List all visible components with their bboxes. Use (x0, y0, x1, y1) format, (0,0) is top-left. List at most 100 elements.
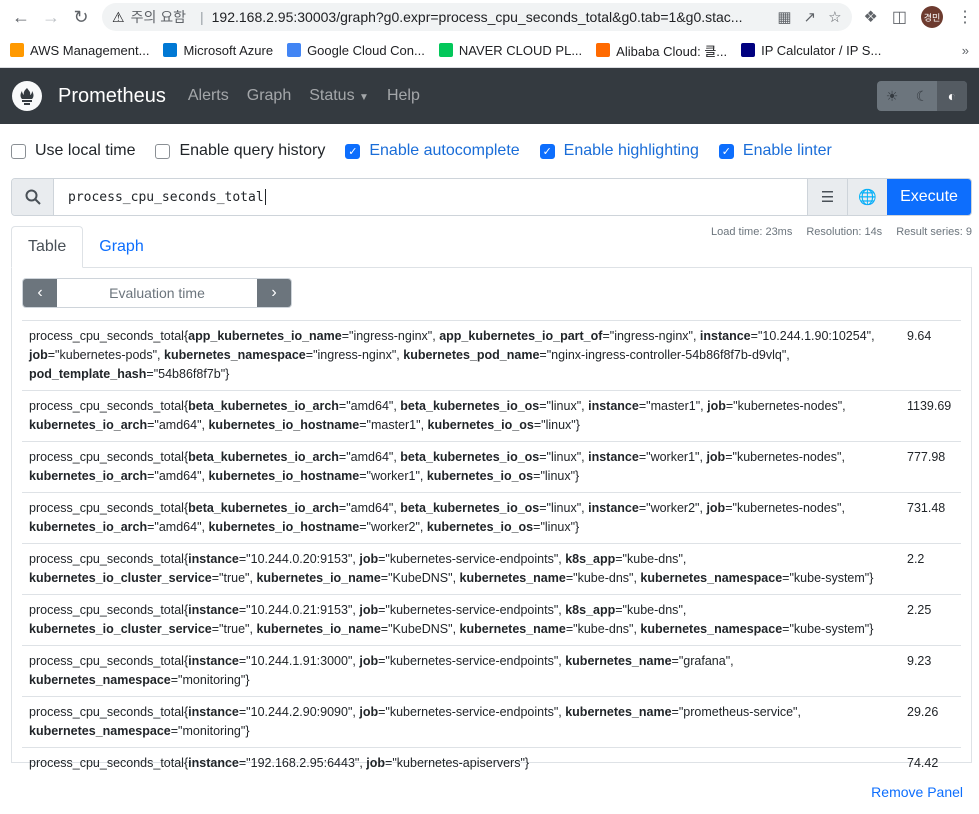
label-key: kubernetes_io_arch (29, 418, 148, 432)
address-bar[interactable]: ⚠ 주의 요함 | 192.168.2.95:30003/graph?g0.ex… (102, 3, 852, 31)
bookmark-naver-cloud[interactable]: NAVER CLOUD PL... (438, 43, 582, 58)
metric-name: process_cpu_seconds_total (29, 552, 184, 566)
label-value: worker2 (370, 520, 416, 534)
bookmark-label: IP Calculator / IP S... (761, 42, 882, 58)
label-value: ingress-nginx (614, 329, 689, 343)
table-row: process_cpu_seconds_total{app_kubernetes… (22, 320, 961, 391)
label-key: beta_kubernetes_io_os (400, 501, 540, 515)
label-key: kubernetes_io_hostname (208, 469, 360, 483)
execute-button[interactable]: Execute (887, 179, 971, 215)
option-enable-autocomplete[interactable]: ✓ Enable autocomplete (345, 142, 520, 160)
label-key: kubernetes_name (565, 705, 672, 719)
series-labels-cell: process_cpu_seconds_total{instance="10.2… (22, 594, 901, 646)
label-key: kubernetes_name (459, 622, 566, 636)
metric-name: process_cpu_seconds_total (29, 501, 184, 515)
series-value: 9.64 (901, 320, 961, 391)
label-value: kubernetes-nodes (736, 501, 838, 515)
address-row: ← → ↻ ⚠ 주의 요함 | 192.168.2.95:30003/graph… (0, 0, 979, 34)
bookmark-google-cloud[interactable]: Google Cloud Con... (287, 43, 425, 58)
profile-avatar[interactable]: 경민 (921, 6, 943, 28)
brand-title[interactable]: Prometheus (58, 85, 166, 108)
warning-triangle-icon[interactable]: ⚠ (112, 9, 125, 26)
remove-panel-link[interactable]: Remove Panel (871, 784, 963, 800)
globe-icon[interactable]: 🌐 (847, 179, 887, 215)
metric-name: process_cpu_seconds_total (29, 603, 184, 617)
theme-toggle-group: ☀ ☾ ◐ (877, 81, 967, 111)
forward-arrow-icon[interactable]: → (36, 2, 66, 32)
menu-kebab-icon[interactable]: ⋮ (957, 7, 973, 27)
series-value: 731.48 (901, 492, 961, 544)
google-cloud-icon (287, 43, 302, 57)
checkbox[interactable] (155, 143, 171, 159)
label-key: kubernetes_io_name (256, 622, 381, 636)
label-key: instance (588, 450, 639, 464)
label-value: master1 (650, 399, 696, 413)
extensions-puzzle-icon[interactable]: ❖ (864, 7, 878, 27)
checkbox[interactable] (11, 143, 26, 159)
result-series: Result series: 9 (896, 226, 972, 238)
checkbox-checked[interactable]: ✓ (345, 143, 361, 159)
label-value: kubernetes-service-endpoints (389, 654, 554, 668)
checkbox-checked[interactable]: ✓ (718, 143, 734, 159)
security-label[interactable]: 주의 요함 (131, 7, 186, 27)
metric-name: process_cpu_seconds_total (29, 654, 184, 668)
bookmark-star-icon[interactable]: ☆ (828, 8, 841, 26)
browser-theme-adjust-icon[interactable]: ◐ (937, 81, 967, 111)
side-panel-icon[interactable]: ◫ (892, 7, 907, 27)
evaluation-time-input[interactable]: Evaluation time (57, 279, 257, 307)
option-use-local-time[interactable]: Use local time (11, 142, 135, 160)
label-value: amd64 (158, 418, 198, 432)
label-value: linux (551, 450, 577, 464)
reload-icon[interactable]: ↻ (66, 2, 96, 32)
prometheus-logo-icon[interactable] (12, 81, 42, 111)
more-bookmarks-icon[interactable]: » (962, 43, 969, 58)
translate-icon[interactable]: ▦ (777, 8, 791, 26)
chevron-left-icon[interactable]: ‹ (23, 279, 57, 307)
nav-status[interactable]: Status ▼ (309, 87, 369, 105)
bookmark-azure[interactable]: Microsoft Azure (163, 43, 273, 58)
alibaba-icon (596, 43, 611, 57)
bookmark-alibaba[interactable]: Alibaba Cloud: 클... (596, 41, 727, 60)
label-key: kubernetes_io_hostname (208, 520, 360, 534)
label-value: prometheus-service (683, 705, 794, 719)
back-arrow-icon[interactable]: ← (6, 2, 36, 32)
metric-name: process_cpu_seconds_total (29, 705, 184, 719)
label-value: ingress-nginx (353, 329, 428, 343)
expression-input[interactable]: process_cpu_seconds_total (54, 179, 807, 215)
azure-icon (163, 43, 178, 57)
option-enable-query-history[interactable]: Enable query history (155, 142, 325, 160)
dark-theme-moon-icon[interactable]: ☾ (907, 81, 937, 111)
checkbox-checked[interactable]: ✓ (539, 143, 555, 159)
label-key: kubernetes_pod_name (403, 348, 540, 362)
label-key: instance (188, 654, 239, 668)
tab-table[interactable]: Table (11, 226, 84, 268)
nav-alerts[interactable]: Alerts (188, 87, 229, 105)
nav-status-label: Status (309, 87, 355, 104)
label-key: instance (188, 603, 239, 617)
label-value: worker1 (650, 450, 696, 464)
label-value: KubeDNS (392, 622, 449, 636)
table-row: process_cpu_seconds_total{instance="10.2… (22, 543, 961, 595)
option-enable-linter[interactable]: ✓ Enable linter (718, 142, 832, 160)
option-label: Use local time (35, 142, 136, 159)
label-value: amd64 (350, 399, 389, 413)
label-value: kubernetes-nodes (737, 399, 838, 413)
nav-help[interactable]: Help (387, 87, 420, 105)
url-text[interactable]: 192.168.2.95:30003/graph?g0.expr=process… (212, 9, 770, 25)
label-value: linux (545, 418, 572, 432)
light-theme-sun-icon[interactable]: ☀ (877, 81, 907, 111)
bookmark-aws[interactable]: AWS Management... (10, 43, 149, 58)
label-key: kubernetes_namespace (640, 571, 783, 585)
table-row: process_cpu_seconds_total{instance="10.2… (22, 594, 961, 646)
chevron-right-icon[interactable]: › (257, 279, 291, 307)
evaluation-time-picker: ‹ Evaluation time › (22, 278, 292, 308)
tab-graph[interactable]: Graph (83, 226, 159, 268)
option-enable-highlighting[interactable]: ✓ Enable highlighting (539, 142, 699, 160)
bookmark-ip-calculator[interactable]: IP Calculator / IP S... (741, 43, 881, 58)
label-value: kubernetes-pods (59, 348, 153, 362)
nav-graph[interactable]: Graph (247, 87, 291, 105)
series-labels-cell: process_cpu_seconds_total{instance="10.2… (22, 645, 901, 697)
label-value: kubernetes-service-endpoints (389, 705, 554, 719)
share-icon[interactable]: ↗ (804, 8, 817, 26)
metrics-explorer-list-icon[interactable]: ☰ (807, 179, 847, 215)
